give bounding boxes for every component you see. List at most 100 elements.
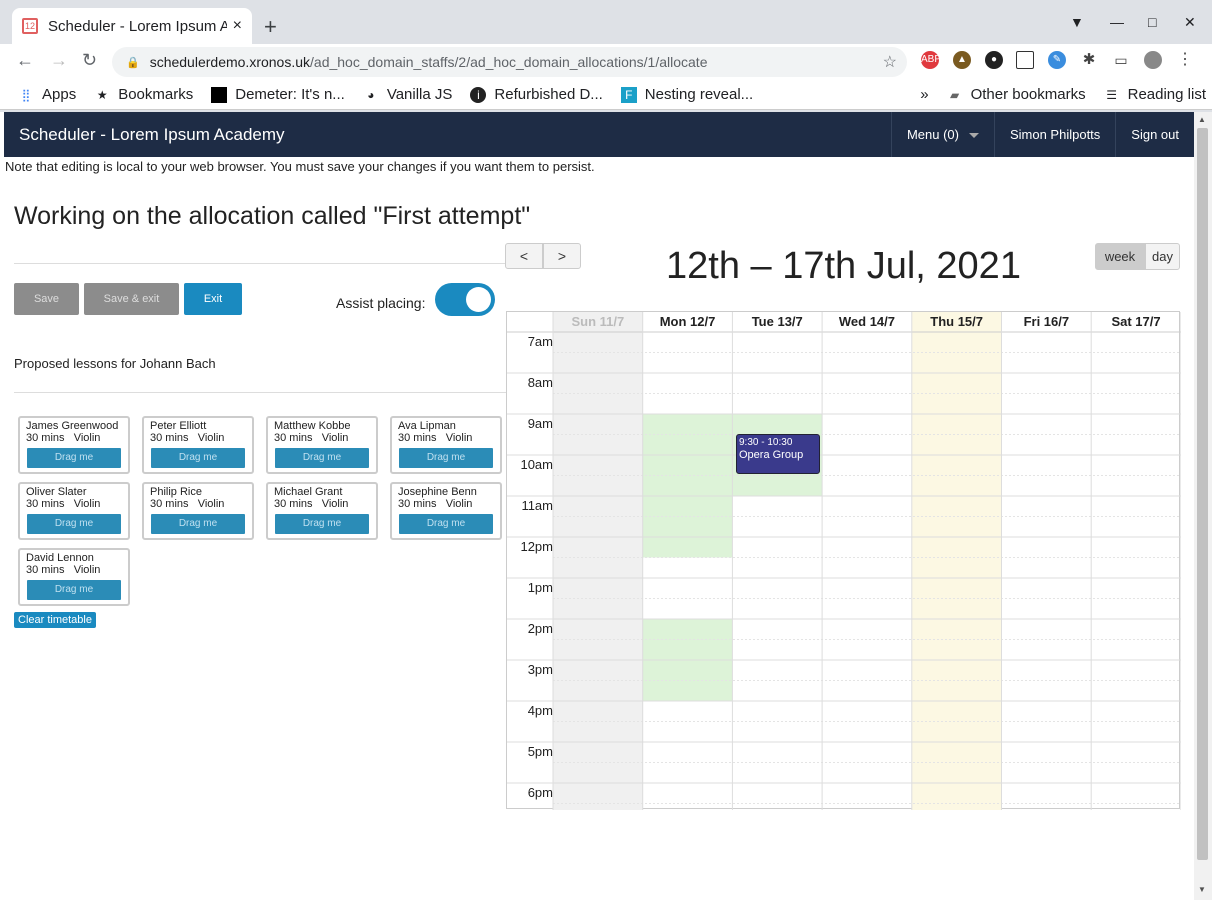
lesson-details: 30 mins Violin [398,498,473,510]
day-header: Tue 13/7 [751,314,803,329]
time-label: 6pm [527,785,553,800]
back-icon[interactable]: ← [16,50,34,71]
time-label: 5pm [527,744,553,759]
day-view-button[interactable]: day [1145,243,1180,270]
bookmarks-right: » ▰ Other bookmarks ☰ Reading list [920,86,1212,103]
lesson-student: David Lennon [26,552,94,564]
bookmark-refurbished[interactable]: i Refurbished D... [470,86,603,103]
sunday-column [553,312,643,810]
clear-timetable-button[interactable]: Clear timetable [14,612,96,628]
bookmark-star-icon[interactable]: ☆ [883,52,897,72]
adblock-icon[interactable]: ABP [921,51,941,69]
cast-icon[interactable]: ▭ [1112,51,1130,69]
browser-tab[interactable]: 12 Scheduler - Lorem Ipsum A × [12,8,252,44]
avatar[interactable] [1144,51,1162,69]
lesson-details: 30 mins Violin [274,498,349,510]
screenshot-icon[interactable] [1016,51,1034,69]
drag-handle[interactable]: Drag me [151,514,245,534]
address-bar[interactable]: 🔒 schedulerdemo.xronos.uk/ad_hoc_domain_… [112,47,907,77]
drag-handle[interactable]: Drag me [399,448,493,468]
lesson-card[interactable]: Josephine Benn 30 mins Violin Drag me [390,482,502,540]
calendar-grid [507,312,1181,810]
extension-icon[interactable]: ✎ [1048,51,1066,69]
lesson-details: 30 mins Violin [26,498,101,510]
drag-handle[interactable]: Drag me [275,448,369,468]
time-label: 1pm [527,580,553,595]
lesson-card[interactable]: Philip Rice 30 mins Violin Drag me [142,482,254,540]
time-label: 3pm [527,662,553,677]
scroll-up-icon[interactable]: ▲ [1198,115,1206,124]
bookmark-demeter[interactable]: Demeter: It's n... [211,86,345,103]
reading-list[interactable]: ☰ Reading list [1104,86,1206,103]
minimize-icon[interactable]: — [1110,14,1124,30]
url-path: /ad_hoc_domain_staffs/2/ad_hoc_domain_al… [310,54,708,70]
calendar-title: 12th – 17th Jul, 2021 [666,245,1021,287]
bookmarks-overflow-icon[interactable]: » [920,86,928,103]
calendar-event[interactable]: 9:30 - 10:30 Opera Group [736,434,820,474]
extension-icon[interactable]: ● [985,51,1003,69]
user-link[interactable]: Simon Philpotts [993,112,1115,157]
lesson-details: 30 mins Violin [274,432,349,444]
bookmarks-bar: ⣿ Apps ★ Bookmarks Demeter: It's n... ◕ Van… [0,80,1212,110]
drag-handle[interactable]: Drag me [27,514,121,534]
caret-down-icon [968,133,979,139]
assist-placing-label: Assist placing: [336,295,426,311]
assist-placing-toggle[interactable] [435,283,495,316]
exit-button[interactable]: Exit [184,283,242,315]
bookmark-bookmarks[interactable]: ★ Bookmarks [94,86,193,103]
drag-handle[interactable]: Drag me [399,514,493,534]
reload-icon[interactable]: ↻ [82,50,97,71]
proposed-lessons-label: Proposed lessons for Johann Bach [14,356,216,371]
tab-close-icon[interactable]: × [233,17,242,35]
puzzle-icon[interactable]: ✱ [1080,51,1098,69]
lock-icon: 🔒 [126,56,140,69]
menu-dropdown[interactable]: Menu (0) [890,112,994,157]
scroll-down-icon[interactable]: ▼ [1198,885,1206,894]
save-button[interactable]: Save [14,283,79,315]
scrollbar-thumb[interactable] [1197,128,1208,860]
lesson-card[interactable]: Michael Grant 30 mins Violin Drag me [266,482,378,540]
drag-handle[interactable]: Drag me [27,448,121,468]
lesson-card[interactable]: Matthew Kobbe 30 mins Violin Drag me [266,416,378,474]
app-brand[interactable]: Scheduler - Lorem Ipsum Academy [19,125,285,145]
calendar-prev-button[interactable]: < [505,243,543,269]
more-menu-icon[interactable]: ⋮ [1176,51,1194,69]
toggle-knob [466,287,491,312]
time-label: 10am [520,457,553,472]
maximize-icon[interactable]: □ [1148,14,1156,30]
profile-dropdown-icon[interactable]: ▼ [1070,14,1084,30]
bookmark-nesting[interactable]: F Nesting reveal... [620,86,753,103]
lesson-details: 30 mins Violin [26,564,101,576]
new-tab-button[interactable]: + [264,14,277,40]
page-scrollbar[interactable]: ▲ ▼ [1194,112,1212,900]
drag-handle[interactable]: Drag me [151,448,245,468]
calendar-next-button[interactable]: > [543,243,581,269]
signout-link[interactable]: Sign out [1115,112,1194,157]
lesson-card[interactable]: Oliver Slater 30 mins Violin Drag me [18,482,130,540]
close-window-icon[interactable]: ✕ [1184,14,1196,31]
day-header: Fri 16/7 [1023,314,1070,329]
drag-handle[interactable]: Drag me [27,580,121,600]
time-label: 7am [527,334,553,349]
lesson-card[interactable]: Peter Elliott 30 mins Violin Drag me [142,416,254,474]
lesson-details: 30 mins Violin [26,432,101,444]
day-header: Sat 17/7 [1111,314,1161,329]
forward-icon[interactable]: → [50,50,68,71]
bookmark-apps[interactable]: ⣿ Apps [18,86,77,103]
save-exit-button[interactable]: Save & exit [84,283,179,315]
bookmark-other[interactable]: ▰ Other bookmarks [947,86,1086,103]
divider [14,392,506,393]
event-name: Opera Group [739,449,804,461]
bookmark-vanilla-js[interactable]: ◕ Vanilla JS [363,86,452,103]
time-label: 9am [527,416,553,431]
calendar-favicon-icon: 12 [22,18,38,34]
week-view-button[interactable]: week [1095,243,1145,270]
local-edit-note: Note that editing is local to your web b… [5,159,595,174]
lesson-card[interactable]: James Greenwood 30 mins Violin Drag me [18,416,130,474]
drag-handle[interactable]: Drag me [275,514,369,534]
url-host: schedulerdemo.xronos.uk [149,54,311,70]
lesson-card[interactable]: Ava Lipman 30 mins Violin Drag me [390,416,502,474]
circle-icon: i [470,86,487,103]
extension-icon[interactable]: ▲ [953,51,971,69]
lesson-card[interactable]: David Lennon 30 mins Violin Drag me [18,548,130,606]
